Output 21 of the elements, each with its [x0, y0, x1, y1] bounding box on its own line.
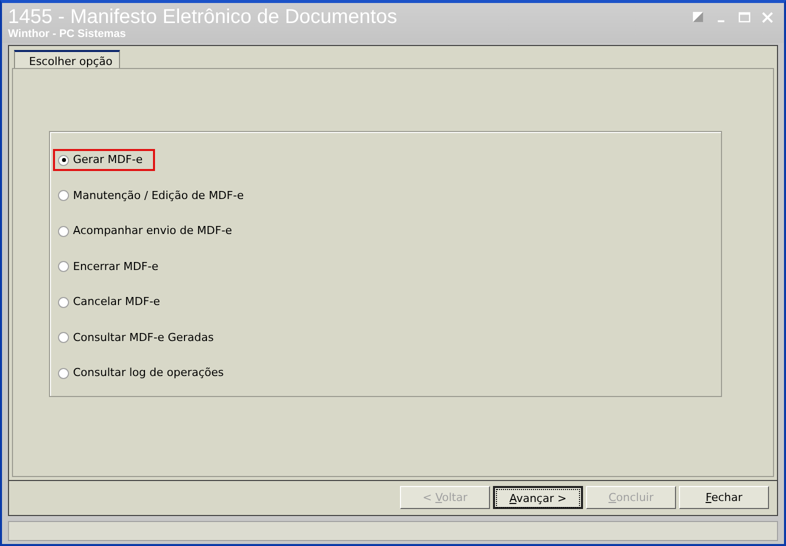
- option-label[interactable]: Acompanhar envio de MDF-e: [73, 224, 232, 238]
- option-label[interactable]: Manutenção / Edição de MDF-e: [73, 188, 244, 202]
- wizard-button[interactable]: Avançar >: [493, 486, 583, 509]
- radio-button[interactable]: [58, 261, 69, 272]
- radio-button[interactable]: [58, 296, 69, 308]
- option-label[interactable]: Gerar MDF-e: [73, 153, 143, 167]
- tab[interactable]: Escolher opção: [14, 50, 120, 68]
- radio-button[interactable]: [58, 154, 69, 166]
- wizard-button[interactable]: Fechar: [679, 486, 769, 509]
- window-subtitle: Winthor - PC Sistemas: [8, 28, 127, 41]
- option-label[interactable]: Consultar MDF-e Geradas: [73, 330, 214, 344]
- radio-button[interactable]: [58, 190, 69, 201]
- restore-icon[interactable]: [692, 11, 705, 24]
- option-label[interactable]: Cancelar MDF-e: [73, 295, 160, 309]
- option-label[interactable]: Consultar log de operações: [73, 366, 224, 380]
- radio-button[interactable]: [58, 226, 69, 236]
- maximize-icon[interactable]: [738, 11, 751, 24]
- radio-button[interactable]: [58, 332, 69, 343]
- option-label[interactable]: Encerrar MDF-e: [73, 260, 158, 274]
- radio-button[interactable]: [58, 368, 69, 378]
- close-icon[interactable]: [761, 11, 774, 24]
